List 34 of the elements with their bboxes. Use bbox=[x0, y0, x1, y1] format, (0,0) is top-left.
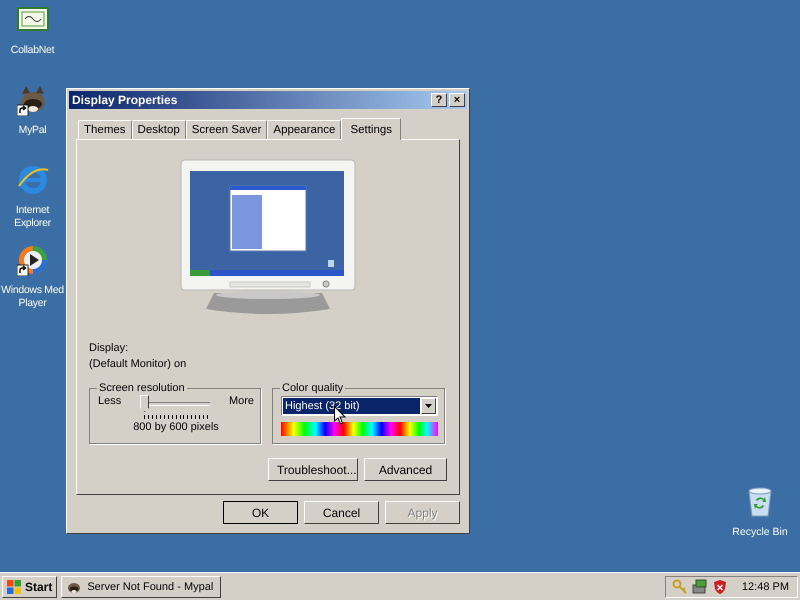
slider-thumb[interactable] bbox=[140, 395, 150, 412]
panel-button[interactable]: Advanced bbox=[364, 458, 447, 481]
network-icon[interactable] bbox=[692, 578, 708, 594]
tab[interactable]: Appearance bbox=[267, 120, 342, 139]
dialog-button[interactable]: Cancel bbox=[304, 501, 379, 524]
desktop-icon-label[interactable]: Recycle Bin bbox=[732, 526, 788, 539]
help-button[interactable]: ? bbox=[431, 93, 447, 107]
desktop-icon-label[interactable]: Internet Explorer bbox=[0, 204, 65, 230]
display-value: (Default Monitor) on bbox=[89, 357, 188, 372]
slider-min-label: Less bbox=[98, 395, 122, 407]
group-title: Screen resolution bbox=[98, 382, 186, 394]
group-title: Color quality bbox=[281, 382, 344, 394]
dialog-button[interactable]: OK bbox=[223, 501, 298, 524]
resolution-reading: 800 by 600 pixels bbox=[132, 421, 220, 433]
desktop-icon-label[interactable]: Windows Med Player bbox=[0, 284, 65, 310]
clock[interactable]: 12:48 PM bbox=[742, 580, 789, 592]
start-button[interactable]: Start bbox=[2, 576, 58, 598]
display-label: Display: bbox=[89, 341, 130, 356]
browser-icon[interactable] bbox=[16, 164, 48, 196]
desktop-icon-label[interactable]: MyPal bbox=[18, 124, 46, 137]
tab[interactable]: Desktop bbox=[132, 120, 186, 139]
window-title: Display Properties bbox=[72, 93, 178, 107]
tab[interactable]: Screen Saver bbox=[186, 120, 268, 139]
taskbar-button[interactable]: Server Not Found - Mypal bbox=[61, 576, 222, 598]
slider-max-label: More bbox=[228, 395, 254, 407]
tab[interactable]: Settings bbox=[341, 118, 402, 140]
media-player-icon[interactable] bbox=[16, 244, 48, 276]
dropdown-arrow-icon bbox=[425, 404, 432, 408]
shield-icon[interactable] bbox=[712, 578, 728, 594]
panel-button[interactable]: Troubleshoot... bbox=[268, 458, 358, 481]
desktop-icon-label[interactable]: CollabNet bbox=[10, 44, 54, 57]
windows-logo-icon bbox=[6, 578, 22, 594]
close-button[interactable]: × bbox=[449, 93, 465, 107]
tab[interactable]: Themes bbox=[78, 120, 132, 139]
